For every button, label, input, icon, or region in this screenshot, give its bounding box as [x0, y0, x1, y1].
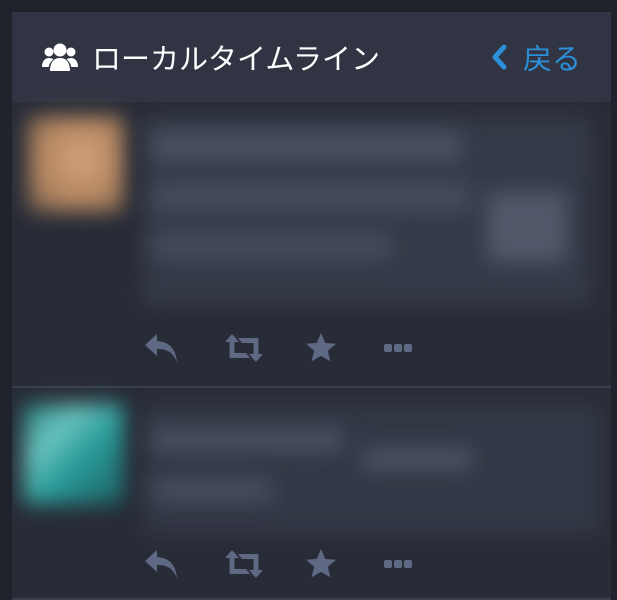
back-button[interactable]: 戻る: [491, 12, 581, 102]
retweet-icon: [224, 550, 264, 578]
status-content-line: [487, 192, 567, 262]
column: ローカルタイムライン 戻る: [12, 12, 611, 600]
status-actions: [144, 546, 464, 582]
boost-button[interactable]: [224, 546, 304, 582]
status-content-line: [152, 428, 342, 452]
status-content-line: [152, 232, 392, 260]
back-label: 戻る: [522, 42, 581, 76]
reply-button[interactable]: [144, 330, 224, 366]
boost-button[interactable]: [224, 330, 304, 366]
status-actions: [144, 330, 464, 366]
reply-icon: [144, 332, 180, 364]
status-item[interactable]: [12, 388, 611, 600]
more-button[interactable]: [384, 546, 464, 582]
column-title: ローカルタイムライン: [42, 12, 380, 102]
column-title-text: ローカルタイムライン: [92, 42, 380, 76]
favourite-button[interactable]: [304, 330, 384, 366]
star-icon: [304, 332, 338, 364]
status-content-line: [362, 448, 472, 470]
reply-button[interactable]: [144, 546, 224, 582]
more-button[interactable]: [384, 330, 464, 366]
column-header: ローカルタイムライン 戻る: [12, 12, 611, 102]
retweet-icon: [224, 334, 264, 362]
reply-icon: [144, 548, 180, 580]
avatar[interactable]: [24, 404, 124, 504]
star-icon: [304, 548, 338, 580]
ellipsis-icon: [384, 343, 412, 353]
status-content-line: [152, 132, 462, 162]
status-content-line: [152, 478, 272, 502]
users-icon: [42, 42, 78, 72]
chevron-left-icon: [491, 44, 507, 70]
favourite-button[interactable]: [304, 546, 384, 582]
avatar[interactable]: [28, 116, 124, 212]
status-content-line: [152, 182, 472, 212]
ellipsis-icon: [384, 559, 412, 569]
status-item[interactable]: [12, 102, 611, 388]
